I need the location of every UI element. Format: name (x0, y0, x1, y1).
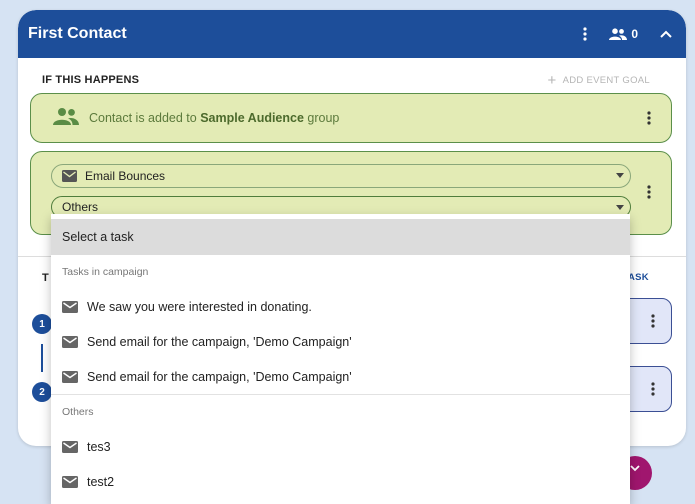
trigger-suffix: group (303, 111, 340, 125)
plus-icon: + (547, 71, 557, 89)
mail-icon (62, 370, 78, 383)
participants-indicator[interactable]: 0 (609, 27, 638, 41)
task-select-value: Others (62, 200, 99, 214)
dropdown-option-label: Send email for the campaign, 'Demo Campa… (87, 334, 352, 349)
trigger-audience: Sample Audience (200, 111, 304, 125)
trigger-section-header: IF THIS HAPPENS + ADD EVENT GOAL (42, 70, 650, 90)
step-number: 1 (32, 314, 52, 334)
task-dropdown-menu: Select a task Tasks in campaign We saw y… (51, 214, 630, 504)
event-type-select[interactable]: Email Bounces (51, 164, 631, 188)
add-event-goal-label: ADD EVENT GOAL (562, 74, 650, 86)
mail-icon (62, 335, 78, 348)
chevron-down-icon (630, 464, 640, 472)
dropdown-option[interactable]: tes3 (51, 429, 630, 464)
dropdown-option[interactable]: Send email for the campaign, 'Demo Campa… (51, 324, 630, 359)
add-event-goal-button[interactable]: + ADD EVENT GOAL (548, 73, 651, 88)
dropdown-option-label: test2 (87, 474, 115, 489)
dropdown-option[interactable]: We saw you were interested in donating. (51, 289, 630, 324)
card-title: First Contact (28, 25, 127, 42)
dropdown-group-label: Tasks in campaign (62, 266, 149, 278)
section-title: IF THIS HAPPENS (42, 74, 140, 86)
event-type-value: Email Bounces (85, 169, 166, 183)
dropdown-option-label: Send email for the campaign, 'Demo Campa… (87, 369, 352, 384)
dropdown-option[interactable]: test2 (51, 464, 630, 499)
trigger-condition[interactable]: Contact is added to Sample Audience grou… (30, 93, 672, 143)
participant-count: 0 (631, 27, 638, 41)
people-icon (609, 28, 628, 40)
trigger-prefix: Contact is added to (89, 111, 201, 125)
dropdown-option-label: We saw you were interested in donating. (87, 299, 312, 314)
chevron-up-icon[interactable] (656, 24, 676, 44)
step-connector (41, 344, 43, 372)
mail-icon (62, 475, 78, 488)
group-icon (53, 107, 79, 130)
dropdown-group-label: Others (62, 406, 94, 418)
dropdown-option-label: tes3 (87, 439, 111, 454)
trigger-description: Contact is added to Sample Audience grou… (89, 111, 639, 125)
mail-icon (62, 300, 78, 313)
add-task-button[interactable]: ASK (628, 272, 649, 283)
more-vert-icon[interactable] (643, 311, 663, 331)
dropdown-option-placeholder[interactable]: Select a task (51, 219, 630, 255)
card-header: First Contact 0 (18, 10, 686, 58)
dropdown-arrow-icon (616, 173, 624, 178)
more-vert-icon[interactable] (639, 108, 659, 128)
more-vert-icon[interactable] (643, 379, 663, 399)
step-number: 2 (32, 382, 52, 402)
dropdown-option[interactable]: Send email for the campaign, 'Demo Campa… (51, 359, 630, 394)
more-vert-icon[interactable] (575, 24, 595, 44)
mail-icon (62, 170, 77, 182)
more-vert-icon[interactable] (639, 182, 659, 202)
mail-icon (62, 440, 78, 453)
then-section-title: T (42, 272, 49, 284)
dropdown-arrow-icon (616, 205, 624, 210)
